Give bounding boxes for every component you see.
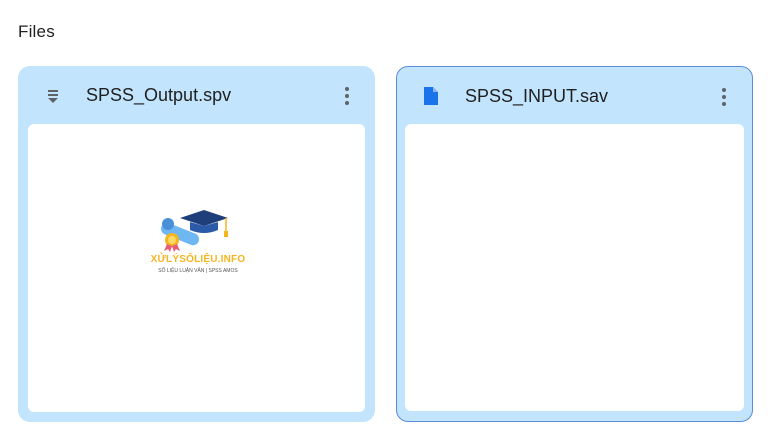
file-preview[interactable]: XỬLÝSỐLIỆU.INFO SỐ LIỆU LUẬN VĂN | SPSS … [28,124,365,412]
logo-subtitle: SỐ LIỆU LUẬN VĂN | SPSS AMOS [158,268,238,274]
file-name: SPSS_INPUT.sav [465,86,609,106]
file-card-header[interactable]: SPSS_Output.spv [18,66,375,124]
files-section-title: Files [18,22,55,41]
more-options-icon[interactable] [712,85,736,109]
file-card-spss-input[interactable]: SPSS_INPUT.sav [396,66,753,422]
document-icon [424,87,438,105]
file-preview[interactable] [405,124,744,411]
more-options-icon[interactable] [335,84,359,108]
xulysolieu-logo: XỬLÝSỐLIỆU.INFO SỐ LIỆU LUẬN VĂN | SPSS … [138,204,258,284]
spv-file-icon [48,90,58,103]
file-card-header[interactable]: SPSS_INPUT.sav [397,67,752,125]
graduation-cap-icon [161,210,228,252]
file-name: SPSS_Output.spv [86,85,232,105]
logo-title: XỬLÝSỐLIỆU.INFO [150,254,246,265]
file-card-spss-output[interactable]: SPSS_Output.spv XỬLÝSỐLIỆU.INFO SỐ LIỆU … [18,66,375,422]
